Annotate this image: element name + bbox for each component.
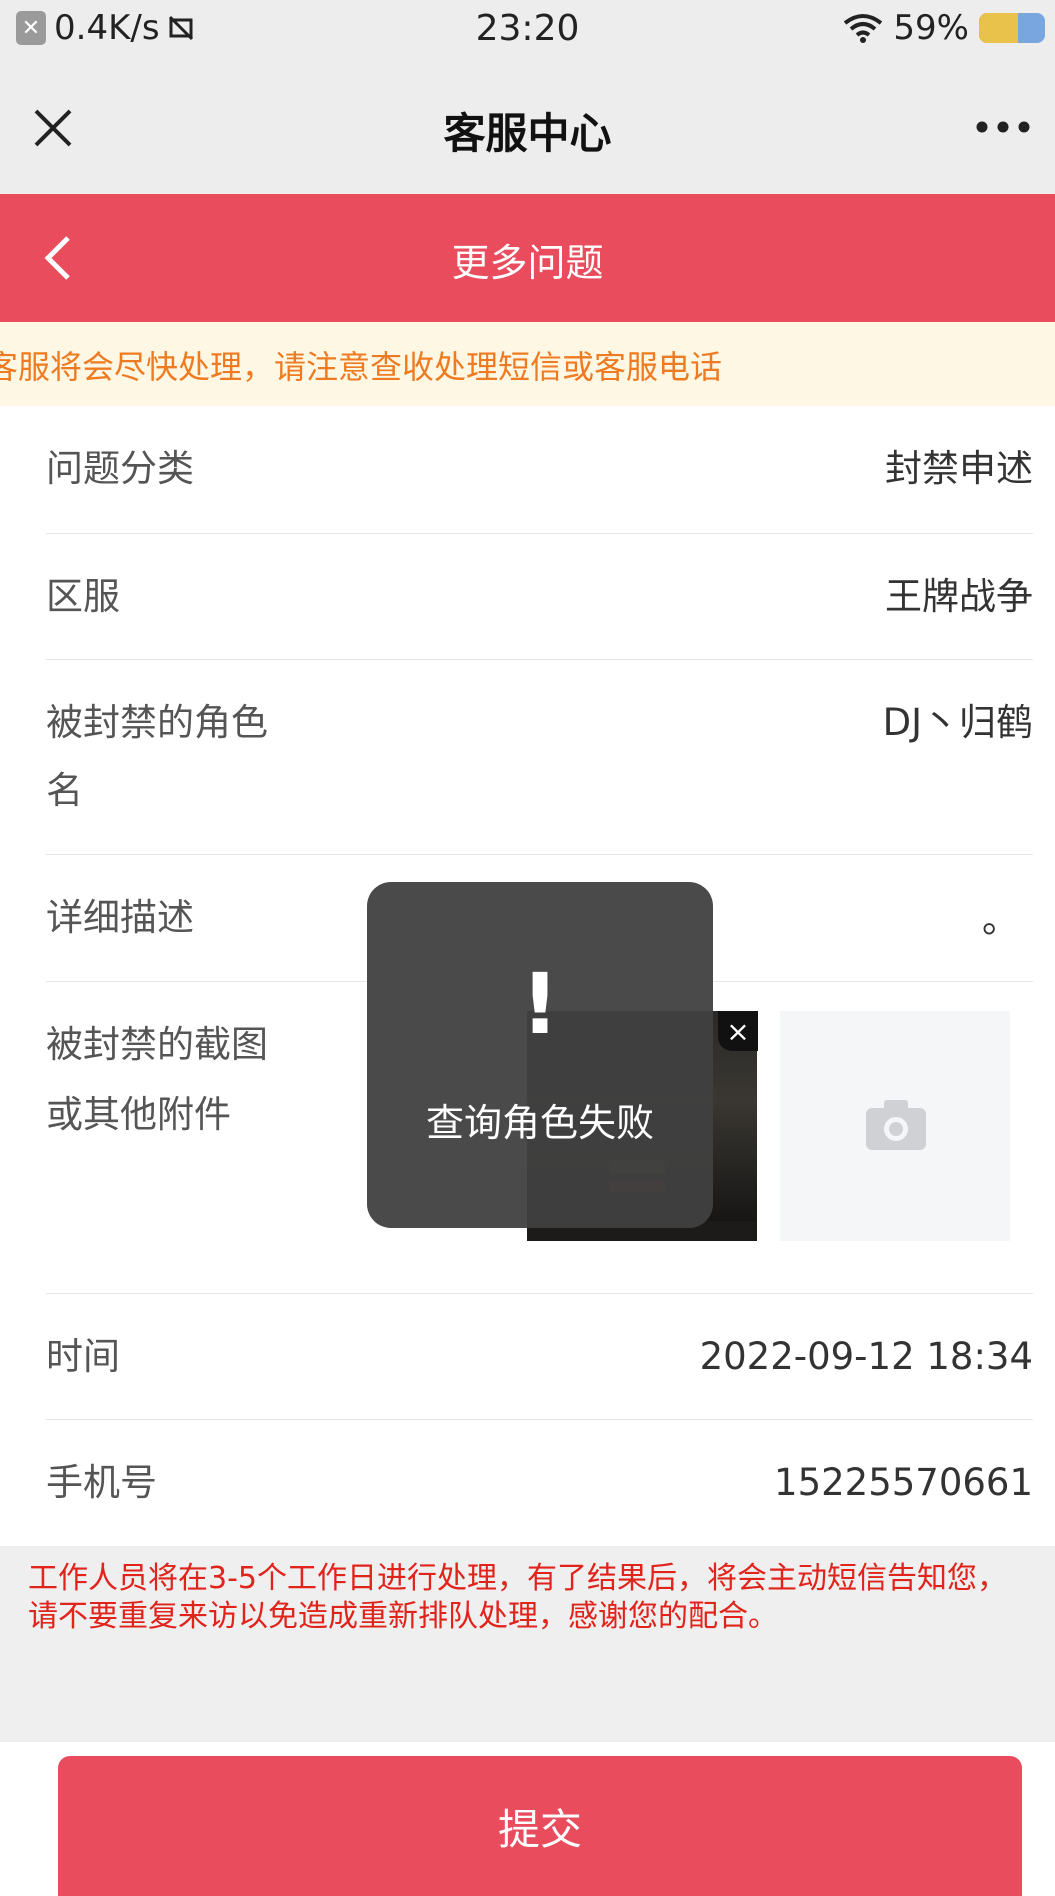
time-value[interactable]: 2022-09-12 18:34 [700, 1322, 1033, 1392]
phone-value[interactable]: 15225570661 [774, 1448, 1033, 1518]
processing-notice: 工作人员将在3-5个工作日进行处理，有了结果后，将会主动短信告知您，请不要重复来… [28, 1561, 1007, 1634]
nav-title: 客服中心 [443, 109, 612, 158]
category-value[interactable]: 封禁申述 [885, 434, 1033, 504]
add-photo-button[interactable] [780, 1011, 1010, 1241]
row-server[interactable]: 区服 王牌战争 [46, 534, 1033, 660]
category-label: 问题分类 [46, 447, 194, 490]
role-label: 被封禁的角色 [46, 701, 268, 744]
role-label-continued: 名 [46, 769, 83, 812]
row-time[interactable]: 时间 2022-09-12 18:34 [46, 1294, 1033, 1420]
time-label: 时间 [46, 1335, 120, 1378]
camera-icon [866, 1100, 926, 1150]
remove-attachment-icon[interactable]: × [718, 1011, 758, 1051]
warning-icon: ! [520, 955, 560, 1053]
attachment-label-continued: 或其他附件 [46, 1093, 231, 1136]
phone-label: 手机号 [46, 1461, 157, 1504]
nav-bar: 客服中心 [0, 60, 1055, 194]
status-right: 59% [843, 8, 1045, 48]
notice-bar: 客服将会尽快处理，请注意查收处理短信或客服电话 [0, 322, 1055, 406]
description-value[interactable]: 。 [982, 885, 1019, 955]
description-label: 详细描述 [46, 896, 194, 939]
toast-message: 查询角色失败 [425, 1101, 654, 1145]
notice-text: 客服将会尽快处理，请注意查收处理短信或客服电话 [0, 348, 723, 386]
role-value[interactable]: DJ丶归鹤 [883, 688, 1033, 758]
battery-fill [979, 13, 1018, 43]
server-value[interactable]: 王牌战争 [885, 562, 1033, 632]
submit-button[interactable]: 提交 [58, 1756, 1022, 1896]
more-icon[interactable] [975, 120, 1031, 134]
wifi-icon [844, 14, 883, 43]
attachment-label: 被封禁的截图 [46, 1023, 268, 1066]
status-bar: ✕ 0.4K/s 23:20 59% [0, 0, 1055, 60]
battery-percent: 59% [893, 8, 969, 48]
page-title: 更多问题 [451, 241, 604, 285]
page-header: 更多问题 [0, 194, 1055, 322]
server-label: 区服 [46, 575, 120, 618]
row-role[interactable]: 被封禁的角色 名 DJ丶归鹤 [46, 660, 1033, 855]
row-category[interactable]: 问题分类 封禁申述 [46, 406, 1033, 534]
row-phone[interactable]: 手机号 15225570661 [46, 1420, 1033, 1546]
battery-icon [979, 13, 1045, 43]
submit-area: 提交 [0, 1742, 1055, 1896]
error-toast: ! 查询角色失败 [367, 882, 713, 1228]
